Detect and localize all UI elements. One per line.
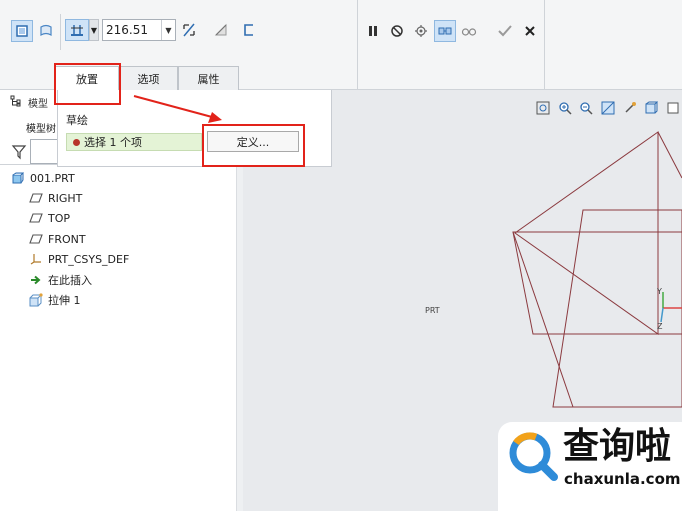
csys-triad <box>660 292 682 323</box>
tree-item-label: PRT_CSYS_DEF <box>48 252 130 266</box>
no-preview-icon <box>391 25 403 37</box>
datum-plane-icon <box>28 231 44 247</box>
ribbon-separator <box>60 14 61 50</box>
define-button-highlight <box>202 124 305 167</box>
csys-x-label: PRT <box>425 306 440 315</box>
datum-plane-edge <box>512 231 574 408</box>
sketch-section-label: 草绘 <box>66 114 88 127</box>
thicken-icon <box>244 24 253 36</box>
csys-y-label: Y <box>657 287 662 296</box>
depth-value: 216.51 <box>106 23 148 37</box>
glasses-preview-button[interactable] <box>458 20 480 42</box>
datum-plane-icon <box>28 210 44 226</box>
surface-icon <box>40 24 52 37</box>
model-tree-label: 模型树 <box>26 124 56 135</box>
zoom-in-icon <box>559 102 572 115</box>
model-panel-label: 模型 <box>28 99 48 110</box>
placement-tab-highlight <box>54 63 121 105</box>
verify-preview-icon <box>438 27 452 35</box>
blind-depth-icon <box>71 25 83 36</box>
extrude-icon <box>28 292 44 308</box>
model-tree-icon <box>10 95 22 107</box>
attached-preview-icon <box>415 25 427 37</box>
graphics-view-toolbar <box>534 97 682 119</box>
zoom-in-button[interactable] <box>556 99 575 118</box>
tree-item-front[interactable]: FRONT <box>28 229 86 249</box>
tree-item-extrude[interactable]: 拉伸 1 <box>28 290 81 310</box>
no-preview-button[interactable] <box>386 20 408 42</box>
tab-options[interactable]: 选项 <box>119 66 178 90</box>
saved-orientations-icon <box>667 102 679 114</box>
chevron-down-icon[interactable]: ▼ <box>161 20 175 40</box>
spin-center-button[interactable] <box>620 99 639 118</box>
search-logo-icon <box>509 432 558 481</box>
tab-properties-label: 属性 <box>197 72 220 86</box>
depth-option-button[interactable] <box>65 19 89 41</box>
ribbon-separator <box>544 0 545 90</box>
remove-material-icon <box>214 23 227 36</box>
zoom-out-icon <box>580 102 593 115</box>
depth-value-input[interactable]: 216.51 ▼ <box>102 19 176 41</box>
watermark-url: chaxunla.com <box>564 470 681 488</box>
datum-plane-right-outline <box>514 131 659 335</box>
cancel-button[interactable] <box>519 20 541 42</box>
glasses-icon <box>461 28 477 36</box>
datum-plane-edge <box>657 131 682 179</box>
part-icon <box>10 170 26 186</box>
tree-item-label: RIGHT <box>48 191 83 205</box>
display-style-icon <box>645 101 659 114</box>
datum-plane-icon <box>28 190 44 206</box>
tree-item-label: FRONT <box>48 232 86 246</box>
tree-item-label: 在此插入 <box>48 274 92 287</box>
tree-item-top[interactable]: TOP <box>28 208 70 228</box>
tree-item-csys[interactable]: PRT_CSYS_DEF <box>28 249 129 269</box>
tree-item-insert-here[interactable]: 在此插入 <box>28 270 92 290</box>
pause-button[interactable] <box>362 20 384 42</box>
sketch-collector-text: 选择 1 个项 <box>84 136 142 149</box>
verify-preview-button[interactable] <box>434 20 456 42</box>
zoom-out-button[interactable] <box>577 99 596 118</box>
tree-item-label: 拉伸 1 <box>48 294 81 307</box>
tab-properties[interactable]: 属性 <box>178 66 239 90</box>
repaint-button[interactable] <box>599 99 618 118</box>
surface-toggle-button[interactable] <box>35 20 57 42</box>
tree-item-part[interactable]: 001.PRT <box>10 168 75 188</box>
display-style-button[interactable] <box>642 99 661 118</box>
ok-button[interactable] <box>494 20 516 42</box>
datum-plane-top-outline <box>512 231 682 335</box>
csys-icon <box>28 251 44 267</box>
tree-search-input[interactable] <box>30 139 58 164</box>
spin-center-icon <box>625 102 636 113</box>
csys-z-label: Z <box>657 322 663 331</box>
refit-button[interactable] <box>534 99 553 118</box>
solid-toggle-button[interactable] <box>11 20 33 42</box>
tree-item-label: TOP <box>48 211 71 225</box>
filter-icon[interactable] <box>11 144 27 160</box>
tree-item-right[interactable]: RIGHT <box>28 188 82 208</box>
attached-preview-button[interactable] <box>410 20 432 42</box>
refit-icon <box>536 101 550 115</box>
flip-direction-icon <box>183 23 195 37</box>
thicken-sketch-button[interactable] <box>238 19 260 41</box>
watermark-brand: 查询啦 <box>563 426 672 467</box>
ribbon-separator <box>357 0 358 90</box>
solid-icon <box>16 25 28 37</box>
flip-direction-button[interactable] <box>178 19 200 41</box>
close-icon <box>525 26 535 36</box>
checkmark-icon <box>498 25 512 37</box>
repaint-icon <box>601 101 615 115</box>
tree-item-label: 001.PRT <box>30 171 75 185</box>
tree-scrollbar[interactable] <box>236 165 243 511</box>
remove-material-button[interactable] <box>210 19 232 41</box>
sketch-collector-field[interactable]: 选择 1 个项 <box>66 133 202 151</box>
insert-here-arrow-icon <box>28 272 44 288</box>
depth-option-dropdown[interactable]: ▼ <box>89 19 99 41</box>
saved-orientations-button[interactable] <box>663 99 682 118</box>
tab-options-label: 选项 <box>137 72 160 86</box>
required-dot-icon <box>73 138 80 146</box>
pause-icon <box>369 26 377 36</box>
annotation-arrow <box>133 95 222 123</box>
